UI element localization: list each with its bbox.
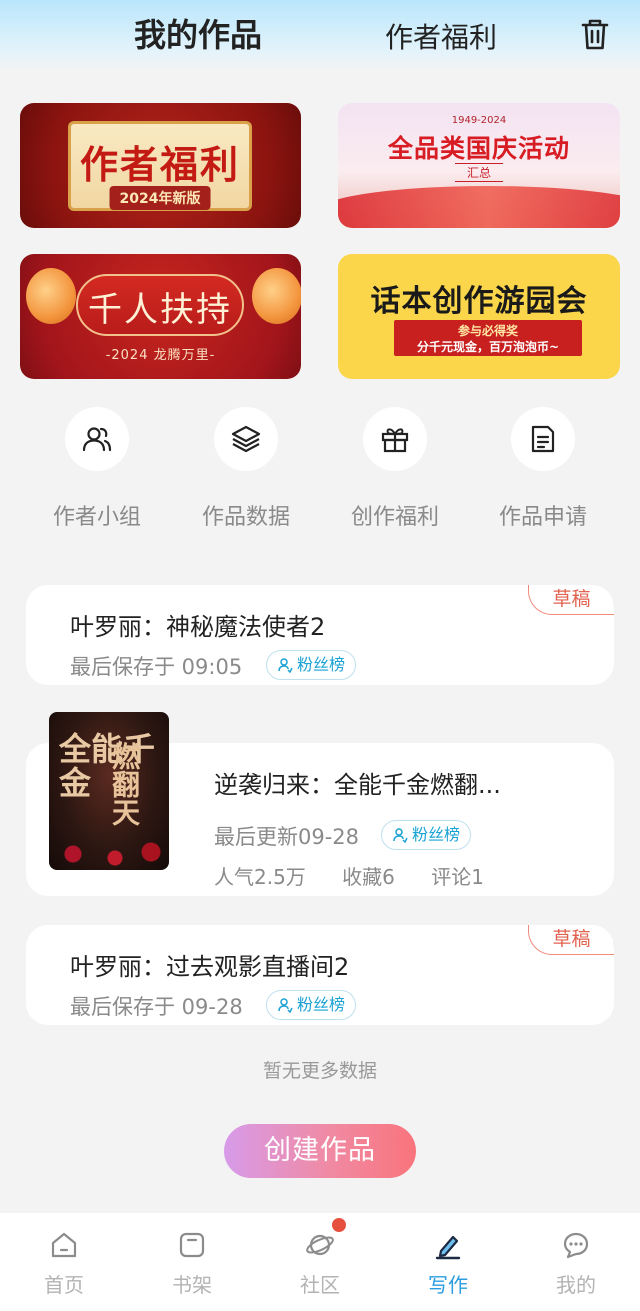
shortcut-label: 作品数据 — [201, 505, 290, 530]
fan-icon — [278, 998, 293, 1013]
shortcut-circle — [65, 407, 129, 471]
work-stats: 人气2.5万 收藏6 评论1 — [214, 861, 510, 890]
garden-banner[interactable]: 话本创作游园会 参与必得奖 分千元现金，百万泡泡币~ — [338, 254, 620, 379]
tab-home[interactable]: 首页 — [0, 1213, 128, 1311]
my-works-tab[interactable]: 我的作品 — [134, 10, 262, 56]
tab-label: 首页 — [44, 1273, 84, 1297]
shortcut-label: 创作福利 — [350, 505, 439, 530]
users-icon — [82, 427, 112, 452]
shortcut-work-data[interactable]: 作品数据 — [181, 407, 311, 531]
fan-icon — [278, 658, 293, 673]
tab-label: 我的 — [556, 1273, 596, 1297]
fans-rank-button[interactable]: 粉丝榜 — [266, 650, 357, 680]
comments-stat: 评论1 — [431, 865, 484, 889]
fans-rank-button[interactable]: 粉丝榜 — [266, 990, 357, 1020]
tab-label: 社区 — [300, 1273, 340, 1297]
work-title: 叶罗丽：过去观影直播间2 — [70, 953, 350, 981]
fan-icon — [393, 828, 408, 843]
tab-label: 写作 — [428, 1273, 468, 1297]
shortcut-circle — [214, 407, 278, 471]
scroll-decoration: 作者福利 2024年新版 — [68, 121, 252, 211]
layers-icon — [231, 425, 261, 453]
banner-title: 话本创作游园会 — [370, 284, 588, 319]
fans-rank-button[interactable]: 粉丝榜 — [381, 820, 472, 850]
prize-line-1: 参与必得奖 — [457, 324, 518, 338]
banner-title: 千人扶持 — [88, 290, 232, 330]
popularity-stat: 人气2.5万 — [214, 865, 306, 889]
banner-title: 全品类国庆活动 — [387, 134, 570, 163]
create-work-button[interactable]: 创建作品 — [224, 1124, 416, 1178]
tab-community[interactable]: 社区 — [256, 1213, 384, 1311]
fans-rank-label: 粉丝榜 — [412, 825, 461, 844]
prize-box: 参与必得奖 分千元现金，百万泡泡币~ — [394, 320, 582, 356]
home-icon — [51, 1232, 77, 1258]
tab-label: 书架 — [172, 1273, 212, 1297]
national-day-banner[interactable]: 1949-2024 全品类国庆活动 汇总 — [338, 103, 620, 228]
shortcut-label: 作品申请 — [498, 505, 587, 530]
banner-subtitle: -2024 龙腾万里- — [105, 348, 216, 363]
tab-writing[interactable]: 写作 — [384, 1213, 512, 1311]
work-save-time: 最后保存于 09:05 — [70, 655, 243, 679]
bottom-tab-bar: 首页 书架 社区 写作 我的 — [0, 1213, 640, 1311]
shortcut-circle — [363, 407, 427, 471]
top-header: 我的作品 作者福利 — [0, 0, 640, 72]
draft-badge: 草稿 — [528, 585, 614, 615]
banner-title: 作者福利 — [79, 143, 240, 187]
fans-rank-label: 粉丝榜 — [297, 995, 346, 1014]
cover-subtitle: 燃翻天 — [108, 742, 141, 826]
no-more-data-text: 暂无更多数据 — [262, 1060, 377, 1082]
planet-icon — [306, 1234, 334, 1256]
banner-subtitle: 2024年新版 — [109, 186, 211, 210]
work-title: 逆袭归来：全能千金燃翻... — [214, 771, 501, 799]
cover-flowers — [49, 830, 169, 870]
notification-dot — [332, 1218, 346, 1232]
prize-line-2: 分千元现金，百万泡泡币~ — [416, 340, 560, 354]
tab-mine[interactable]: 我的 — [512, 1213, 640, 1311]
lantern-icon — [26, 268, 76, 324]
ribbon-decoration — [338, 186, 620, 228]
draft-badge: 草稿 — [528, 925, 614, 955]
gift-icon — [381, 428, 409, 453]
support-banner[interactable]: 千人扶持 -2024 龙腾万里- — [20, 254, 301, 379]
fans-rank-label: 粉丝榜 — [297, 655, 346, 674]
banner-top-text: 1949-2024 — [451, 115, 507, 126]
lantern-icon — [252, 268, 301, 324]
work-update-time: 最后更新09-28 — [214, 825, 360, 849]
work-save-time: 最后保存于 09-28 — [70, 995, 243, 1019]
trash-icon[interactable] — [578, 16, 612, 52]
book-cover[interactable]: 全能千金 燃翻天 — [49, 712, 169, 870]
author-welfare-banner[interactable]: 作者福利 2024年新版 — [20, 103, 301, 228]
banner-subtitle: 汇总 — [454, 163, 504, 182]
document-icon — [531, 425, 555, 453]
shortcut-label: 作者小组 — [52, 505, 141, 530]
shortcut-work-apply[interactable]: 作品申请 — [478, 407, 608, 531]
work-card[interactable]: 草稿 叶罗丽：过去观影直播间2 最后保存于 09-28 粉丝榜 — [26, 925, 614, 1025]
tab-bookshelf[interactable]: 书架 — [128, 1213, 256, 1311]
title-plate: 千人扶持 — [76, 274, 244, 336]
chat-icon — [563, 1232, 589, 1259]
bookshelf-icon — [179, 1232, 205, 1258]
shortcut-circle — [511, 407, 575, 471]
author-welfare-tab[interactable]: 作者福利 — [385, 16, 497, 56]
pen-icon — [435, 1235, 461, 1260]
shortcut-author-group[interactable]: 作者小组 — [32, 407, 162, 531]
work-title: 叶罗丽：神秘魔法使者2 — [70, 613, 326, 641]
favorites-stat: 收藏6 — [342, 865, 395, 889]
shortcut-creation-welfare[interactable]: 创作福利 — [330, 407, 460, 531]
work-card[interactable]: 草稿 叶罗丽：神秘魔法使者2 最后保存于 09:05 粉丝榜 — [26, 585, 614, 685]
